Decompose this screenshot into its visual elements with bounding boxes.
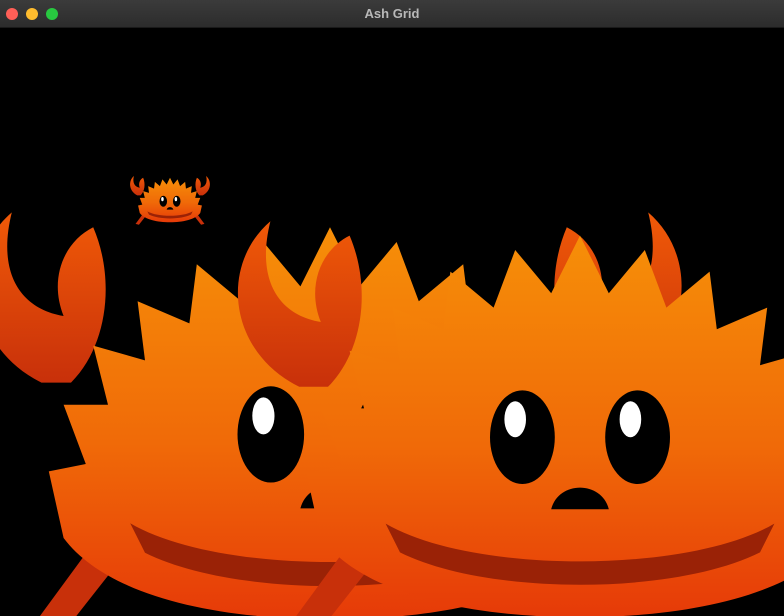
render-surface [0,176,784,616]
window-title: Ash Grid [364,6,420,21]
title-bar[interactable]: Ash Grid [0,0,784,28]
app-window: Ash Grid [0,0,784,616]
ferris-crab-small [130,176,210,225]
game-canvas[interactable] [0,28,784,616]
